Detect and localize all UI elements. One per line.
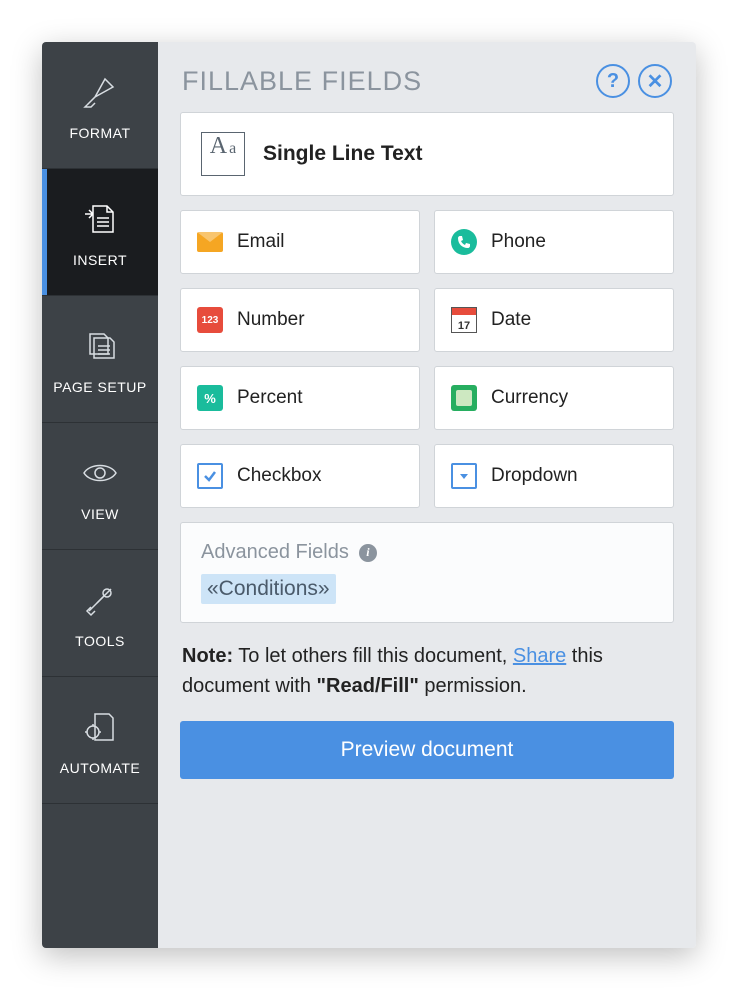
dropdown-icon bbox=[451, 463, 477, 489]
automate-icon bbox=[81, 704, 119, 750]
preview-document-button[interactable]: Preview document bbox=[180, 721, 674, 779]
field-label: Phone bbox=[491, 231, 546, 253]
panel: FILLABLE FIELDS ? ✕ Aa Single Line Text … bbox=[158, 42, 696, 948]
app-frame: FORMAT INSERT PAGE SETUP bbox=[42, 42, 696, 948]
sidebar-item-label: INSERT bbox=[73, 252, 127, 268]
date-icon: 17 bbox=[451, 307, 477, 333]
permission-name: "Read/Fill" bbox=[317, 675, 419, 697]
note-text: Note: To let others fill this document, … bbox=[180, 637, 674, 707]
sidebar-item-label: PAGE SETUP bbox=[53, 379, 146, 395]
advanced-fields-box: Advanced Fields i «Conditions» bbox=[180, 522, 674, 623]
page-setup-icon bbox=[80, 323, 120, 369]
sidebar-item-label: TOOLS bbox=[75, 633, 125, 649]
info-icon[interactable]: i bbox=[359, 544, 377, 562]
field-email[interactable]: Email bbox=[180, 210, 420, 274]
share-link[interactable]: Share bbox=[513, 645, 566, 667]
sidebar-item-label: FORMAT bbox=[69, 125, 130, 141]
field-dropdown[interactable]: Dropdown bbox=[434, 444, 674, 508]
field-percent[interactable]: % Percent bbox=[180, 366, 420, 430]
sidebar-item-label: AUTOMATE bbox=[60, 760, 141, 776]
phone-icon bbox=[451, 229, 477, 255]
note-prefix: Note: bbox=[182, 645, 233, 667]
tools-icon bbox=[81, 577, 119, 623]
checkbox-icon bbox=[197, 463, 223, 489]
field-label: Number bbox=[237, 309, 305, 331]
sidebar-item-tools[interactable]: TOOLS bbox=[42, 550, 158, 677]
field-checkbox[interactable]: Checkbox bbox=[180, 444, 420, 508]
panel-title: FILLABLE FIELDS bbox=[182, 66, 422, 97]
field-label: Single Line Text bbox=[263, 142, 422, 166]
field-label: Currency bbox=[491, 387, 568, 409]
percent-icon: % bbox=[197, 385, 223, 411]
field-label: Percent bbox=[237, 387, 302, 409]
eye-icon bbox=[80, 450, 120, 496]
conditions-chip[interactable]: «Conditions» bbox=[201, 574, 336, 604]
brush-icon bbox=[81, 69, 119, 115]
sidebar-item-label: VIEW bbox=[81, 506, 119, 522]
panel-body: Aa Single Line Text Email Phone bbox=[158, 112, 696, 801]
sidebar-item-insert[interactable]: INSERT bbox=[42, 169, 158, 296]
sidebar-item-view[interactable]: VIEW bbox=[42, 423, 158, 550]
insert-icon bbox=[81, 196, 119, 242]
close-button[interactable]: ✕ bbox=[638, 64, 672, 98]
sidebar-item-format[interactable]: FORMAT bbox=[42, 42, 158, 169]
field-number[interactable]: 123 Number bbox=[180, 288, 420, 352]
panel-header: FILLABLE FIELDS ? ✕ bbox=[158, 42, 696, 112]
sidebar-item-automate[interactable]: AUTOMATE bbox=[42, 677, 158, 804]
number-icon: 123 bbox=[197, 307, 223, 333]
currency-icon bbox=[451, 385, 477, 411]
sidebar: FORMAT INSERT PAGE SETUP bbox=[42, 42, 158, 948]
sidebar-item-page-setup[interactable]: PAGE SETUP bbox=[42, 296, 158, 423]
field-single-line-text[interactable]: Aa Single Line Text bbox=[180, 112, 674, 196]
advanced-fields-title: Advanced Fields bbox=[201, 541, 349, 564]
field-label: Email bbox=[237, 231, 285, 253]
help-button[interactable]: ? bbox=[596, 64, 630, 98]
header-actions: ? ✕ bbox=[596, 64, 672, 98]
field-date[interactable]: 17 Date bbox=[434, 288, 674, 352]
field-currency[interactable]: Currency bbox=[434, 366, 674, 430]
text-icon: Aa bbox=[201, 132, 245, 176]
field-phone[interactable]: Phone bbox=[434, 210, 674, 274]
email-icon bbox=[197, 232, 223, 252]
field-label: Date bbox=[491, 309, 531, 331]
field-label: Dropdown bbox=[491, 465, 578, 487]
field-label: Checkbox bbox=[237, 465, 322, 487]
